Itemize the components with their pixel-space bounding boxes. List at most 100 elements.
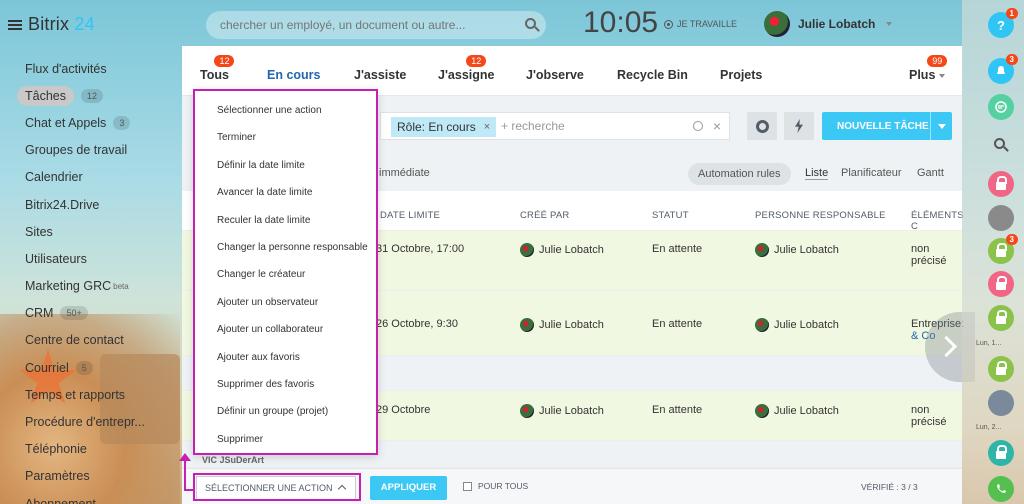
filter-chip-label: Rôle: En cours [397,120,476,134]
sidebar-item[interactable]: Téléphonie [0,436,180,463]
main-menu: Flux d'activités Tâches 12 Chat et Appels 3 G… [0,55,180,504]
chevron-down-icon[interactable] [886,22,893,26]
action-menu-item[interactable]: Reculer la date limite [217,215,310,226]
sidebar-item[interactable]: Abonnement [0,490,180,504]
automation-button[interactable] [784,112,814,140]
column-responsible[interactable]: PERSONNE RESPONSABLE [755,210,886,221]
new-task-button[interactable]: NOUVELLE TÂCHE [822,112,952,140]
sidebar-item-label: Calendrier [25,170,83,185]
lock-icon[interactable]: 3 [988,234,1018,264]
user-name[interactable]: Julie Lobatch [798,17,875,31]
search-icon[interactable] [994,138,1005,149]
view-gantt[interactable]: Gantt [917,167,944,179]
tab[interactable]: Projets [720,68,762,82]
sidebar-item[interactable]: Marketing GRC beta [0,273,180,300]
action-menu-item[interactable]: Ajouter un observateur [217,297,318,308]
lock-icon[interactable] [988,440,1014,466]
sidebar-item[interactable]: Paramètres [0,463,180,490]
creator-cell[interactable]: Julie Lobatch [520,318,604,332]
sidebar-item[interactable]: Groupes de travail [0,137,180,164]
column-elements[interactable]: ÉLÉMENTS C [911,210,964,232]
tab[interactable]: J'observe [526,68,584,82]
user-menu[interactable]: Julie Lobatch [764,11,893,37]
clock-time[interactable]: 10:05 [583,6,658,40]
creator-cell[interactable]: Julie Lobatch [520,404,604,418]
tab[interactable]: Plus 99 [909,55,948,82]
sidebar-item[interactable]: Tâches 12 [0,82,180,109]
sidebar-item-label: Sites [25,224,53,239]
global-search[interactable] [206,11,546,39]
search-icon[interactable] [525,18,536,29]
responsible-cell[interactable]: Julie Lobatch [755,318,839,332]
tab[interactable]: J'assigne 12 [438,55,494,82]
hamburger-icon[interactable] [8,19,22,30]
sidebar-item[interactable]: Utilisateurs [0,245,180,272]
column-status[interactable]: STATUT [652,210,689,221]
new-task-dropdown[interactable] [930,112,952,140]
action-menu-item[interactable]: Supprimer des favoris [217,379,314,390]
action-menu-item[interactable]: Ajouter un collaborateur [217,324,323,335]
action-menu-item[interactable]: Changer la personne responsable [217,242,368,253]
sidebar-item-label: Utilisateurs [25,251,87,266]
creator-cell[interactable]: Julie Lobatch [520,243,604,257]
column-deadline[interactable]: DATE LIMITE [380,210,440,221]
lock-icon[interactable] [988,171,1014,197]
filter-chip[interactable]: Rôle: En cours × [391,117,497,137]
action-menu-item[interactable]: Ajouter aux favoris [217,352,300,363]
for-all-option[interactable]: POUR TOUS [463,481,528,491]
avatar[interactable] [764,11,790,37]
gear-icon [755,119,769,133]
action-menu-item[interactable]: Supprimer [217,434,263,445]
chat-icon[interactable] [988,94,1014,120]
lock-icon[interactable] [988,305,1014,331]
for-all-checkbox[interactable] [463,481,472,491]
tab[interactable]: Tous 12 [200,55,235,82]
tab[interactable]: Recycle Bin [617,68,688,82]
logo[interactable]: Bitrix 24 [8,14,95,35]
deadline-cell[interactable]: 31 Octobre, 17:00 [376,243,464,255]
apply-button[interactable]: APPLIQUER [370,476,447,500]
phone-icon[interactable] [988,476,1014,502]
view-list[interactable]: Liste [805,167,829,180]
sidebar-item[interactable]: Flux d'activités [0,55,180,82]
deadline-cell[interactable]: 26 Octobre, 9:30 [376,318,458,330]
tab[interactable]: En cours [267,68,321,82]
sidebar-item[interactable]: CRM 50+ [0,300,180,327]
tab[interactable]: J'assiste [354,68,406,82]
deadline-cell[interactable]: 29 Octobre [376,404,430,416]
action-menu-item[interactable]: Définir la date limite [217,160,305,171]
responsible-cell[interactable]: Julie Lobatch [755,404,839,418]
sidebar-item[interactable]: Calendrier [0,164,180,191]
sidebar-item[interactable]: Bitrix24.Drive [0,191,180,218]
filter-search[interactable]: Rôle: En cours × + recherche × [380,112,730,140]
bell-icon[interactable]: 3 [988,54,1018,84]
lock-icon[interactable] [988,356,1014,382]
column-creator[interactable]: CRÉÉ PAR [520,210,569,221]
sidebar-item[interactable]: Chat et Appels 3 [0,109,180,136]
clear-icon[interactable]: × [713,118,721,134]
close-icon[interactable]: × [484,121,490,133]
sidebar-item[interactable]: Temps et rapports [0,381,180,408]
avatar[interactable] [988,205,1014,231]
action-menu-item[interactable]: Sélectionner une action [217,105,322,116]
search-input[interactable] [220,16,520,34]
sidebar-item[interactable]: Procédure d'entrepr... [0,408,180,435]
sidebar-item[interactable]: Sites [0,218,180,245]
action-menu-item[interactable]: Définir un groupe (projet) [217,406,328,417]
help-badge: 1 [1005,8,1018,19]
action-menu-item[interactable]: Terminer [217,132,256,143]
action-menu-item[interactable]: Changer le créateur [217,269,305,280]
action-menu-item[interactable]: Avancer la date limite [217,187,312,198]
sidebar-item[interactable]: Centre de contact [0,327,180,354]
automation-rules-button[interactable]: Automation rules [688,163,791,185]
help-icon[interactable]: ? 1 [988,8,1018,38]
view-planner[interactable]: Planificateur [841,167,902,179]
responsible-cell[interactable]: Julie Lobatch [755,243,839,257]
sidebar-item[interactable]: Courriel 5 [0,354,180,381]
work-status[interactable]: JE TRAVAILLE [664,19,737,29]
avatar[interactable] [988,390,1014,416]
filter-placeholder[interactable]: + recherche [501,119,565,133]
settings-button[interactable] [747,112,777,140]
search-icon[interactable] [693,121,703,131]
lock-icon[interactable] [988,271,1014,297]
